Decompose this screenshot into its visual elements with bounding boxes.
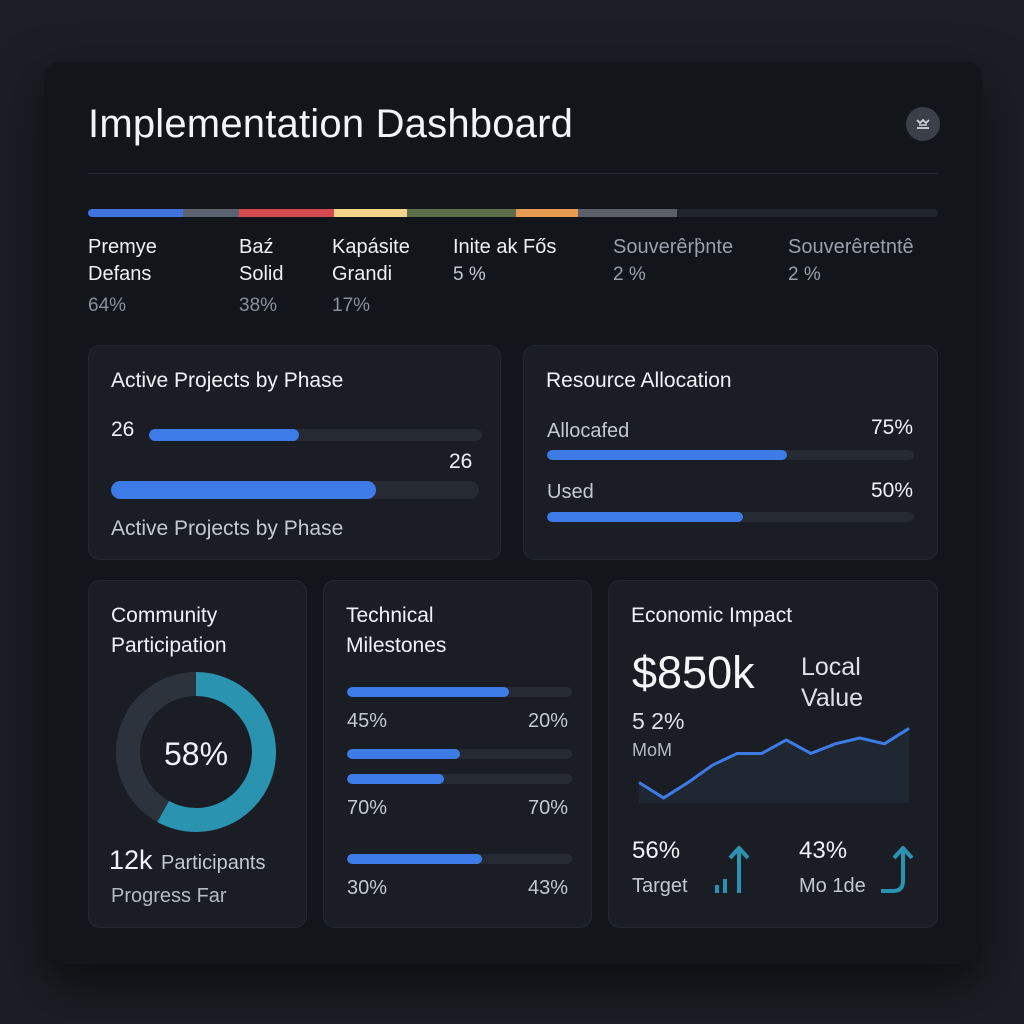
allocated-bar [547,450,914,460]
legend-item: Souverêrþ̀nte 2 % [613,234,733,288]
card-title: Technical Milestones [346,604,447,657]
economic-value: $850k [632,647,755,698]
legend-name: Souverêrþ̀nte [613,236,734,258]
active-projects-card: Active Projects by Phase 26 26 Active Pr… [88,345,501,560]
legend-item: Inite ak Fős 5 % [453,234,556,288]
used-label: Used [547,481,594,503]
phase-progress-bar [88,209,938,217]
card-footer: Progress Far [111,885,227,907]
resource-allocation-card: Resource Allocation Allocafed 75% Used 5… [523,345,938,560]
progress-segment [88,209,184,217]
milestone-bar-fill [347,854,482,864]
community-participation-card: Community Participation 58% 12k Particip… [88,580,307,928]
user-avatar-icon[interactable] [906,107,940,141]
progress-segment [239,209,334,217]
card-footer: Active Projects by Phase [111,517,344,540]
phase-bar-2 [111,481,479,499]
target-label: Target [632,875,688,897]
legend-name: Souverêretntê [788,236,914,258]
legend-name: Inite ak Fős [453,236,557,258]
legend-item: Baź Solid 38% [239,234,283,319]
milestone-left-value: 70% [347,797,388,819]
allocated-bar-fill [547,450,788,460]
progress-segment [333,209,407,217]
card-title: Resource Allocation [546,369,732,392]
page-title: Implementation Dashboard [88,102,574,146]
phase-bar-1 [149,429,482,441]
legend-name: Premye Defans [88,236,157,285]
legend-pct: 5 % [453,264,486,285]
used-bar-fill [547,512,744,522]
legend-item: Souverêretntê 2 % [788,234,914,288]
allocated-label: Allocafed [547,420,630,442]
legend-item: Kapásite Grandi 17% [332,234,410,319]
bar-chart-arrow-up-icon [715,846,750,893]
legend-pct: 2 % [613,264,646,285]
milestone-right-value: 20% [527,710,568,732]
mode-value: 43% [799,837,848,864]
milestone-bar-fill [347,749,460,759]
used-value: 50% [870,479,913,502]
donut-value: 58% [163,736,229,772]
mode-label: Mo 1de [799,875,866,897]
economic-sparkline [638,727,910,803]
legend-item: Premye Defans 64% [88,234,157,319]
dashboard-window: Implementation Dashboard Premye Defans 6… [44,62,982,964]
target-value: 56% [632,837,681,864]
local-value-label: Local Value [801,653,864,712]
milestone-bar-fill [347,687,509,697]
legend-name: Baź Solid [239,236,284,285]
technical-milestones-card: Technical Milestones 45% 20% 70% 70% 30%… [323,580,592,928]
header-divider [88,173,938,174]
phase-bar-1-fill [149,429,299,441]
milestone-right-value: 70% [527,797,568,819]
progress-segment [578,209,677,217]
milestone-bar [347,774,572,784]
milestone-bar [347,687,572,697]
legend-pct: 2 % [788,264,821,285]
progress-segment [406,209,517,217]
used-bar [547,512,914,522]
milestone-bar [347,749,572,759]
curved-arrow-up-icon [881,846,914,893]
card-title: Economic Impact [631,604,793,627]
legend-pct: 38% [239,295,278,316]
milestone-right-value: 43% [527,877,568,899]
participants-count: 12k [109,845,153,875]
phase-bar-2-fill [111,481,376,499]
milestone-bar-fill [347,774,444,784]
progress-segment [516,209,579,217]
allocated-value: 75% [870,416,913,439]
legend-pct: 64% [88,295,127,316]
participants-row: 12k Participants [109,845,266,876]
milestone-left-value: 30% [347,877,388,899]
phase-value-2: 26 [449,450,473,473]
participants-label: Participants [161,852,266,874]
milestone-bar [347,854,572,864]
card-title: Active Projects by Phase [111,369,344,392]
legend-pct: 17% [332,295,371,316]
economic-impact-card: Economic Impact $850k Local Value 5 2% M… [608,580,938,928]
card-title: Community Participation [111,604,227,657]
phase-value-1: 26 [111,418,135,441]
milestone-left-value: 45% [347,710,388,732]
progress-segment [183,209,240,217]
legend-name: Kapásite Grandi [332,236,410,285]
